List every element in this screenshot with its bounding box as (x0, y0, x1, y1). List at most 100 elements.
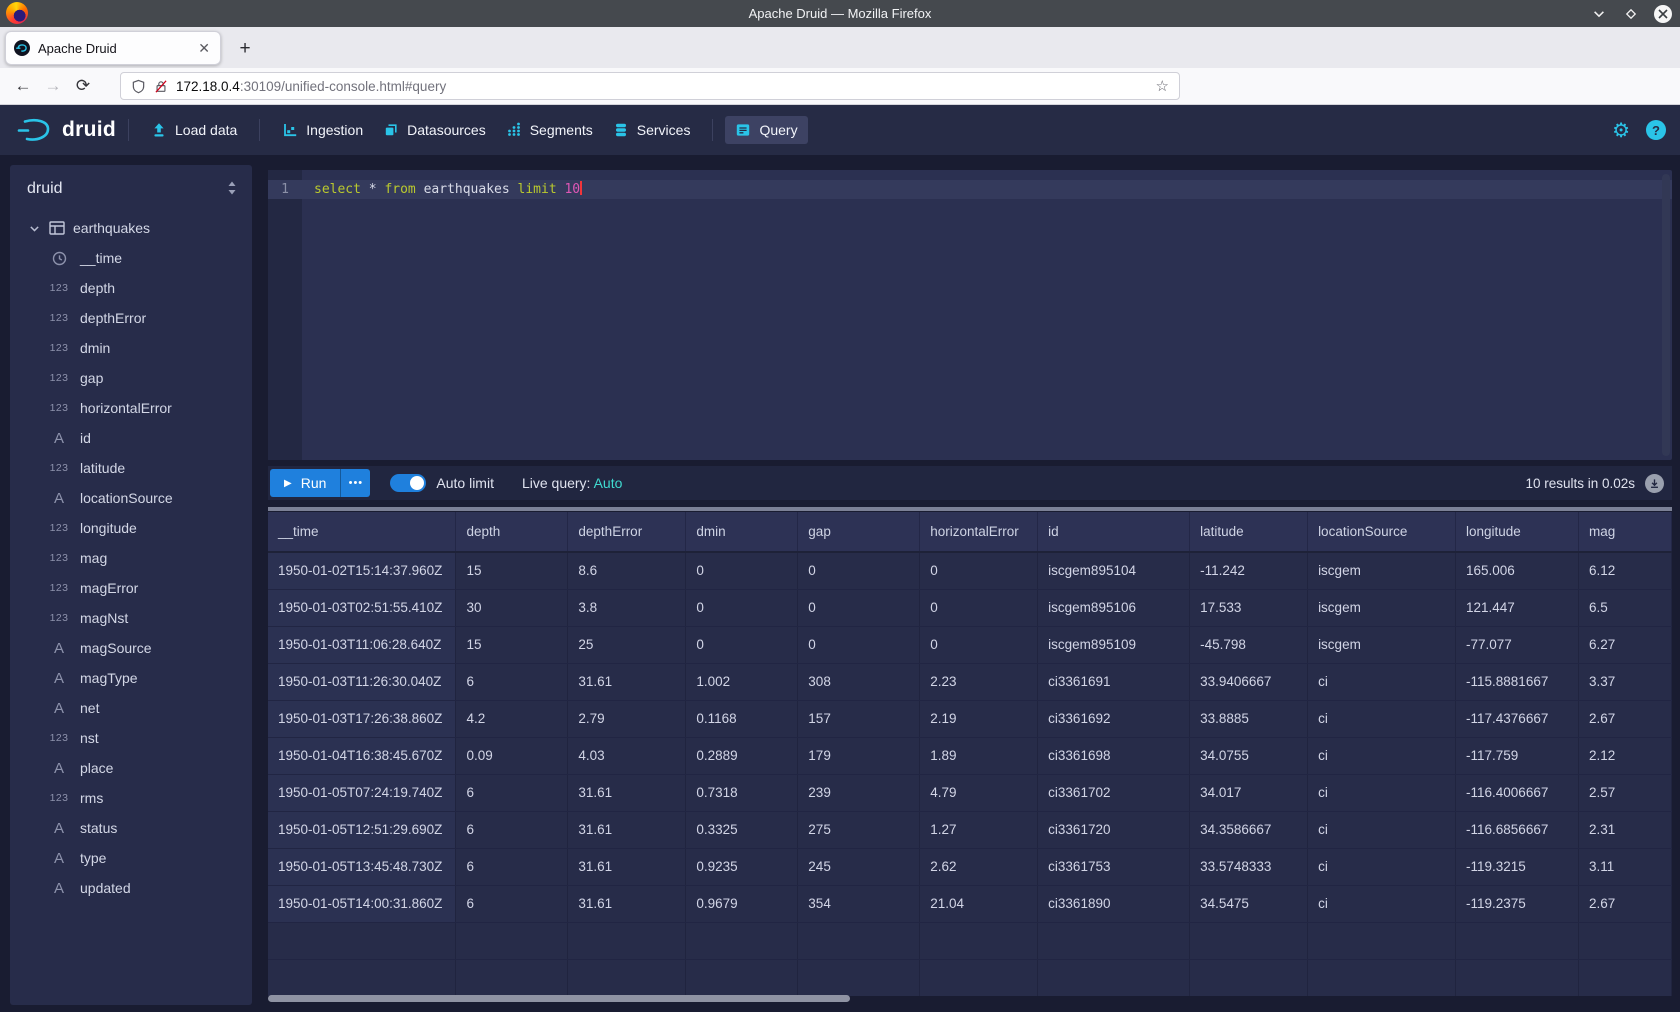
table-cell[interactable]: 30 (456, 589, 568, 626)
table-cell[interactable]: ci3361691 (1038, 663, 1190, 700)
table-cell[interactable]: -77.077 (1456, 626, 1579, 663)
help-icon[interactable]: ? (1646, 120, 1666, 140)
sort-columns-icon[interactable] (226, 180, 238, 196)
table-cell[interactable]: 34.3586667 (1190, 811, 1308, 848)
table-cell[interactable]: ci3361702 (1038, 774, 1190, 811)
table-cell[interactable]: 4.2 (456, 700, 568, 737)
table-cell[interactable]: -115.8881667 (1456, 663, 1579, 700)
table-cell[interactable]: 4.79 (920, 774, 1038, 811)
table-cell[interactable]: 239 (798, 774, 920, 811)
column-item-updated[interactable]: Aupdated (10, 873, 252, 903)
table-cell[interactable]: 1950-01-03T02:51:55.410Z (268, 589, 456, 626)
table-cell[interactable]: 33.8885 (1190, 700, 1308, 737)
horizontal-scrollbar[interactable] (268, 994, 1672, 1002)
table-cell[interactable]: 0 (920, 589, 1038, 626)
column-header-dmin[interactable]: dmin (686, 512, 798, 552)
table-cell[interactable]: 4.03 (568, 737, 686, 774)
table-cell[interactable]: 0.1168 (686, 700, 798, 737)
column-header--time[interactable]: __time (268, 512, 456, 552)
insecure-lock-icon[interactable] (154, 79, 168, 94)
nav-item-load-data[interactable]: Load data (141, 116, 247, 144)
table-cell[interactable]: 2.67 (1578, 700, 1671, 737)
table-cell[interactable]: 0.3325 (686, 811, 798, 848)
table-cell[interactable]: 1950-01-03T17:26:38.860Z (268, 700, 456, 737)
table-cell[interactable]: 1950-01-05T13:45:48.730Z (268, 848, 456, 885)
table-cell[interactable]: 1950-01-05T14:00:31.860Z (268, 885, 456, 922)
column-item-locationsource[interactable]: AlocationSource (10, 483, 252, 513)
table-cell[interactable]: 1.002 (686, 663, 798, 700)
druid-brand[interactable]: druid (16, 117, 116, 144)
column-header-latitude[interactable]: latitude (1190, 512, 1308, 552)
table-cell[interactable]: 0 (686, 626, 798, 663)
column-item-magerror[interactable]: 123magError (10, 573, 252, 603)
table-cell[interactable]: 0.09 (456, 737, 568, 774)
column-item-gap[interactable]: 123gap (10, 363, 252, 393)
table-cell[interactable]: -119.2375 (1456, 885, 1579, 922)
nav-item-ingestion[interactable]: Ingestion (272, 116, 373, 144)
column-item-nst[interactable]: 123nst (10, 723, 252, 753)
column-item-longitude[interactable]: 123longitude (10, 513, 252, 543)
table-cell[interactable]: -45.798 (1190, 626, 1308, 663)
table-cell[interactable]: 6 (456, 848, 568, 885)
table-cell[interactable]: 6 (456, 885, 568, 922)
table-cell[interactable]: 0.9679 (686, 885, 798, 922)
table-cell[interactable]: 1.27 (920, 811, 1038, 848)
table-cell[interactable]: 2.67 (1578, 885, 1671, 922)
column-item--time[interactable]: __time (10, 243, 252, 273)
table-cell[interactable]: -116.4006667 (1456, 774, 1579, 811)
table-cell[interactable]: 1950-01-04T16:38:45.670Z (268, 737, 456, 774)
table-cell[interactable]: -11.242 (1190, 552, 1308, 589)
table-cell[interactable]: ci (1308, 700, 1456, 737)
table-cell[interactable]: 2.62 (920, 848, 1038, 885)
forward-button[interactable]: → (38, 72, 68, 100)
reload-button[interactable]: ⟳ (68, 72, 98, 100)
datasource-row[interactable]: earthquakes (10, 213, 252, 243)
table-cell[interactable]: 2.31 (1578, 811, 1671, 848)
column-item-magnst[interactable]: 123magNst (10, 603, 252, 633)
table-cell[interactable]: ci (1308, 774, 1456, 811)
column-item-place[interactable]: Aplace (10, 753, 252, 783)
column-item-magtype[interactable]: AmagType (10, 663, 252, 693)
table-cell[interactable]: 31.61 (568, 774, 686, 811)
table-cell[interactable]: 0.7318 (686, 774, 798, 811)
table-cell[interactable]: 15 (456, 552, 568, 589)
table-cell[interactable]: 2.57 (1578, 774, 1671, 811)
table-cell[interactable]: ci3361692 (1038, 700, 1190, 737)
table-cell[interactable]: 2.19 (920, 700, 1038, 737)
column-header-depth[interactable]: depth (456, 512, 568, 552)
table-cell[interactable]: ci3361698 (1038, 737, 1190, 774)
column-item-id[interactable]: Aid (10, 423, 252, 453)
column-item-mag[interactable]: 123mag (10, 543, 252, 573)
browser-tab[interactable]: Apache Druid ✕ (5, 31, 221, 65)
table-cell[interactable]: iscgem (1308, 626, 1456, 663)
table-cell[interactable]: 308 (798, 663, 920, 700)
schema-selector[interactable]: druid (27, 180, 63, 198)
tab-close-icon[interactable]: ✕ (196, 40, 212, 57)
table-cell[interactable]: iscgem895104 (1038, 552, 1190, 589)
nav-item-datasources[interactable]: Datasources (373, 116, 496, 144)
live-query-value[interactable]: Auto (594, 475, 623, 491)
shield-icon[interactable] (131, 79, 146, 94)
column-item-horizontalerror[interactable]: 123horizontalError (10, 393, 252, 423)
table-cell[interactable]: 8.6 (568, 552, 686, 589)
table-cell[interactable]: 1950-01-05T12:51:29.690Z (268, 811, 456, 848)
auto-limit-toggle[interactable] (390, 474, 426, 492)
table-cell[interactable]: ci (1308, 811, 1456, 848)
table-cell[interactable]: 6 (456, 774, 568, 811)
column-item-dmin[interactable]: 123dmin (10, 333, 252, 363)
column-item-magsource[interactable]: AmagSource (10, 633, 252, 663)
table-cell[interactable]: 354 (798, 885, 920, 922)
table-cell[interactable]: 21.04 (920, 885, 1038, 922)
column-header-longitude[interactable]: longitude (1456, 512, 1579, 552)
table-cell[interactable]: 0 (920, 626, 1038, 663)
column-item-rms[interactable]: 123rms (10, 783, 252, 813)
download-results-icon[interactable] (1645, 474, 1664, 493)
table-cell[interactable]: 1950-01-03T11:26:30.040Z (268, 663, 456, 700)
table-cell[interactable]: ci (1308, 885, 1456, 922)
table-cell[interactable]: ci3361720 (1038, 811, 1190, 848)
table-cell[interactable]: 25 (568, 626, 686, 663)
settings-gear-icon[interactable]: ⚙ (1612, 118, 1630, 143)
table-cell[interactable]: 275 (798, 811, 920, 848)
table-cell[interactable]: ci (1308, 848, 1456, 885)
table-cell[interactable]: 179 (798, 737, 920, 774)
